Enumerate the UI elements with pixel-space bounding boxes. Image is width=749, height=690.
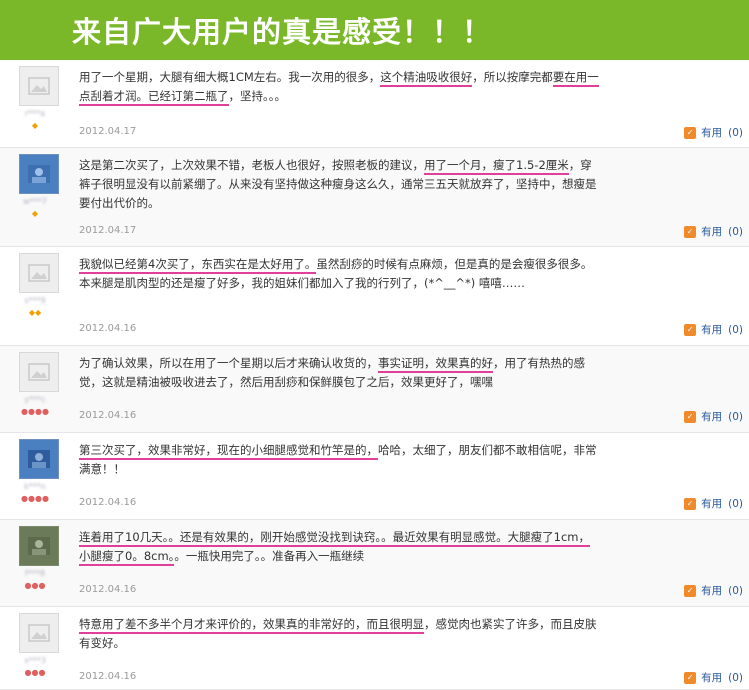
useful-count: (0)	[728, 410, 743, 423]
highlighted-text: 事实证明，效果真的好	[378, 356, 493, 373]
review-date: 2012.04.16	[79, 671, 137, 682]
useful-button[interactable]: ✓ 有用 (0)	[684, 224, 743, 239]
reviewer-info: k***n ●●●●	[6, 439, 64, 503]
rating-badge: ●●●	[24, 581, 46, 590]
review-date: 2012.04.17	[79, 225, 137, 236]
review-date: 2012.04.16	[79, 410, 137, 421]
rating-badge: ◆	[31, 121, 39, 130]
review-text: 我貌似已经第4次买了，东西实在是太好用了。虽然刮痧的时候有点麻烦，但是真的是会瘦…	[79, 255, 599, 293]
useful-button[interactable]: ✓ 有用 (0)	[684, 322, 743, 337]
thumbs-up-icon: ✓	[684, 497, 697, 510]
review-text-segment: 这是第二次买了，上次效果不错，老板人也很好，按照老板的建议，	[79, 158, 424, 172]
useful-label: 有用	[701, 585, 723, 597]
review-text: 用了一个星期，大腿有细大概1CM左右。我一次用的很多，这个精油吸收很好，所以按摩…	[79, 68, 599, 106]
review-item: s***9 ◆◆ 我貌似已经第4次买了，东西实在是太好用了。虽然刮痧的时候有点麻…	[0, 247, 749, 346]
thumbs-up-icon: ✓	[684, 410, 697, 423]
thumbs-up-icon: ✓	[684, 323, 697, 336]
useful-label: 有用	[701, 411, 723, 423]
reviewer-info: y***c ●●●●	[6, 352, 64, 416]
rating-badge: ●●●●	[21, 407, 49, 416]
user-photo-icon	[28, 165, 50, 183]
review-text-segment: ，坚持。。。	[228, 89, 287, 103]
user-photo-icon	[28, 450, 50, 468]
rating-badge: ●●●●	[21, 494, 49, 503]
thumbs-up-icon: ✓	[684, 584, 697, 597]
review-text: 第三次买了，效果非常好，现在的小细腿感觉和竹竿是的，哈哈，太细了，朋友们都不敢相…	[79, 441, 599, 479]
useful-button[interactable]: ✓ 有用 (0)	[684, 496, 743, 511]
image-placeholder-icon	[28, 77, 50, 95]
useful-button[interactable]: ✓ 有用 (0)	[684, 125, 743, 140]
user-photo-icon	[28, 537, 50, 555]
review-text: 连着用了10几天。。还是有效果的，刚开始感觉没找到诀窍。。最近效果有明显感觉。大…	[79, 528, 599, 566]
reviewer-info: x***3 ●●●	[6, 613, 64, 677]
review-text-segment: 用了一个星期，大腿有细大概1CM左右。我一次用的很多，	[79, 70, 381, 84]
username[interactable]: y***c	[6, 395, 64, 405]
username[interactable]: k***n	[6, 482, 64, 492]
avatar[interactable]	[19, 66, 59, 106]
review-text-segment: 。一瓶快用完了。。准备再入一瓶继续	[174, 549, 365, 563]
useful-count: (0)	[728, 225, 743, 238]
review-date: 2012.04.17	[79, 126, 137, 137]
review-text-segment: ，所以按摩完都	[472, 70, 553, 84]
highlighted-text: 特意用了差不多半个月才来评价的，效果真的非常好的，而且很明显	[79, 617, 424, 634]
username[interactable]: w***7	[6, 197, 64, 207]
review-item: r***a ◆ 用了一个星期，大腿有细大概1CM左右。我一次用的很多，这个精油吸…	[0, 60, 749, 148]
useful-count: (0)	[728, 323, 743, 336]
useful-count: (0)	[728, 497, 743, 510]
review-date: 2012.04.16	[79, 584, 137, 595]
useful-label: 有用	[701, 498, 723, 510]
highlighted-text: 这个精油吸收很好	[380, 70, 473, 87]
review-text: 为了确认效果，所以在用了一个星期以后才来确认收货的，事实证明，效果真的好，用了有…	[79, 354, 599, 392]
reviewer-info: f***8 ●●●	[6, 526, 64, 590]
useful-button[interactable]: ✓ 有用 (0)	[684, 409, 743, 424]
useful-count: (0)	[728, 126, 743, 139]
review-item: y***c ●●●● 为了确认效果，所以在用了一个星期以后才来确认收货的，事实证…	[0, 346, 749, 433]
review-item: k***n ●●●● 第三次买了，效果非常好，现在的小细腿感觉和竹竿是的，哈哈，…	[0, 433, 749, 520]
review-text-segment: 为了确认效果，所以在用了一个星期以后才来确认收货的，	[79, 356, 378, 370]
thumbs-up-icon: ✓	[684, 126, 697, 139]
review-text: 这是第二次买了，上次效果不错，老板人也很好，按照老板的建议，用了一个月，瘦了1.…	[79, 156, 599, 213]
reviewer-info: s***9 ◆◆	[6, 253, 64, 317]
review-item: w***7 ◆ 这是第二次买了，上次效果不错，老板人也很好，按照老板的建议，用了…	[0, 148, 749, 247]
review-text: 特意用了差不多半个月才来评价的，效果真的非常好的，而且很明显，感觉肉也紧实了许多…	[79, 615, 599, 653]
username[interactable]: f***8	[6, 569, 64, 579]
useful-label: 有用	[701, 226, 723, 238]
avatar[interactable]	[19, 154, 59, 194]
image-placeholder-icon	[28, 624, 50, 642]
header-banner: 来自广大用户的真是感受！！！	[0, 0, 749, 60]
review-item: f***8 ●●● 连着用了10几天。。还是有效果的，刚开始感觉没找到诀窍。。最…	[0, 520, 749, 607]
reviewer-info: r***a ◆	[6, 66, 64, 130]
useful-label: 有用	[701, 672, 723, 684]
useful-count: (0)	[728, 671, 743, 684]
useful-button[interactable]: ✓ 有用 (0)	[684, 670, 743, 685]
review-date: 2012.04.16	[79, 497, 137, 508]
reviewer-info: w***7 ◆	[6, 154, 64, 218]
thumbs-up-icon: ✓	[684, 671, 697, 684]
username[interactable]: x***3	[6, 656, 64, 666]
review-list: r***a ◆ 用了一个星期，大腿有细大概1CM左右。我一次用的很多，这个精油吸…	[0, 60, 749, 690]
rating-badge: ●●●	[24, 668, 46, 677]
avatar[interactable]	[19, 613, 59, 653]
review-date: 2012.04.16	[79, 323, 137, 334]
avatar[interactable]	[19, 352, 59, 392]
rating-badge: ◆	[31, 209, 39, 218]
highlighted-text: 我貌似已经第4次买了，东西实在是太好用了。	[79, 257, 317, 274]
useful-label: 有用	[701, 324, 723, 336]
avatar[interactable]	[19, 526, 59, 566]
review-item: x***3 ●●● 特意用了差不多半个月才来评价的，效果真的非常好的，而且很明显…	[0, 607, 749, 690]
useful-count: (0)	[728, 584, 743, 597]
image-placeholder-icon	[28, 363, 50, 381]
avatar[interactable]	[19, 439, 59, 479]
useful-label: 有用	[701, 127, 723, 139]
username[interactable]: s***9	[6, 296, 64, 306]
username[interactable]: r***a	[6, 109, 64, 119]
avatar[interactable]	[19, 253, 59, 293]
image-placeholder-icon	[28, 264, 50, 282]
page-title: 来自广大用户的真是感受！！！	[72, 15, 493, 49]
thumbs-up-icon: ✓	[684, 225, 697, 238]
highlighted-text: 用了一个月，瘦了1.5-2厘米	[424, 158, 569, 175]
useful-button[interactable]: ✓ 有用 (0)	[684, 583, 743, 598]
highlighted-text: 第三次买了，效果非常好，现在的小细腿感觉和竹竿是的，	[79, 443, 378, 460]
rating-badge: ◆◆	[28, 308, 42, 317]
